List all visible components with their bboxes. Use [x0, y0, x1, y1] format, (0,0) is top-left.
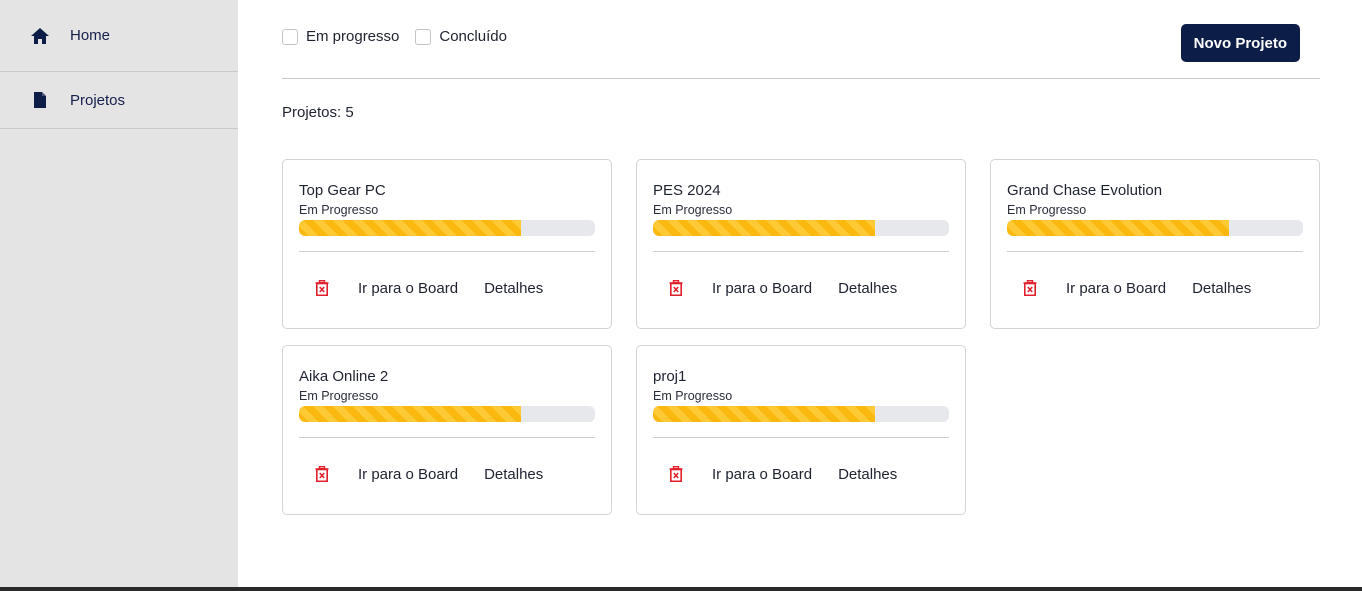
project-status: Em Progresso [653, 389, 733, 403]
progress-fill [299, 406, 521, 422]
go-to-board-link[interactable]: Ir para o Board [358, 466, 458, 483]
sidebar-item-home[interactable]: Home [0, 0, 238, 72]
progress-fill [653, 406, 875, 422]
progress-fill [1007, 220, 1229, 236]
filter-label: Em progresso [306, 28, 400, 45]
trash-icon[interactable] [1021, 279, 1039, 297]
project-card: Top Gear PC Em Progresso Ir para o Board… [282, 159, 612, 329]
go-to-board-link[interactable]: Ir para o Board [1066, 280, 1166, 297]
sidebar-item-label: Home [70, 27, 111, 44]
project-status: Em Progresso [1007, 203, 1087, 217]
progress-fill [299, 220, 521, 236]
project-title: Grand Chase Evolution [1007, 182, 1163, 199]
home-icon [30, 26, 50, 46]
project-card: Aika Online 2 Em Progresso Ir para o Boa… [282, 345, 612, 515]
project-grid: Top Gear PC Em Progresso Ir para o Board… [282, 159, 1320, 515]
details-link[interactable]: Detalhes [484, 466, 543, 483]
toolbar: Em progresso Concluído Novo Projeto [282, 0, 1320, 79]
project-title: proj1 [653, 368, 687, 385]
project-status: Em Progresso [299, 389, 379, 403]
trash-icon[interactable] [313, 279, 331, 297]
progress-bar [653, 406, 949, 422]
progress-fill [653, 220, 875, 236]
progress-bar [299, 220, 595, 236]
project-status: Em Progresso [299, 203, 379, 217]
status-filters: Em progresso Concluído [282, 28, 523, 45]
sidebar-item-projetos[interactable]: Projetos [0, 72, 238, 129]
card-actions: Ir para o Board Detalhes [299, 251, 595, 325]
sidebar-item-label: Projetos [70, 91, 126, 109]
go-to-board-link[interactable]: Ir para o Board [712, 280, 812, 297]
card-actions: Ir para o Board Detalhes [299, 437, 595, 511]
main-content: Em progresso Concluído Novo Projeto Proj… [282, 0, 1320, 515]
project-title: Aika Online 2 [299, 368, 389, 385]
progress-bar [653, 220, 949, 236]
filter-label: Concluído [439, 28, 507, 45]
card-actions: Ir para o Board Detalhes [1007, 251, 1303, 325]
project-card: PES 2024 Em Progresso Ir para o Board De… [636, 159, 966, 329]
checkbox[interactable] [282, 28, 298, 45]
new-project-button[interactable]: Novo Projeto [1180, 24, 1300, 62]
trash-icon[interactable] [313, 465, 331, 483]
details-link[interactable]: Detalhes [484, 280, 543, 297]
document-icon [30, 90, 50, 110]
go-to-board-link[interactable]: Ir para o Board [712, 466, 812, 483]
project-title: Top Gear PC [299, 182, 386, 199]
progress-bar [1007, 220, 1303, 236]
card-actions: Ir para o Board Detalhes [653, 251, 949, 325]
details-link[interactable]: Detalhes [838, 466, 897, 483]
checkbox[interactable] [415, 28, 432, 45]
go-to-board-link[interactable]: Ir para o Board [358, 280, 458, 297]
trash-icon[interactable] [667, 279, 685, 297]
window-bottom-edge [0, 587, 1362, 591]
project-card: proj1 Em Progresso Ir para o Board Detal… [636, 345, 966, 515]
project-card: Grand Chase Evolution Em Progresso Ir pa… [990, 159, 1320, 329]
filter-em-progresso[interactable]: Em progresso [282, 28, 399, 45]
project-status: Em Progresso [653, 203, 733, 217]
trash-icon[interactable] [667, 465, 685, 483]
progress-bar [299, 406, 595, 422]
sidebar: Home Projetos [0, 0, 238, 587]
project-title: PES 2024 [653, 182, 721, 199]
project-count: Projetos: 5 [282, 104, 354, 121]
details-link[interactable]: Detalhes [1192, 280, 1251, 297]
card-actions: Ir para o Board Detalhes [653, 437, 949, 511]
details-link[interactable]: Detalhes [838, 280, 897, 297]
filter-concluido[interactable]: Concluído [415, 28, 507, 45]
